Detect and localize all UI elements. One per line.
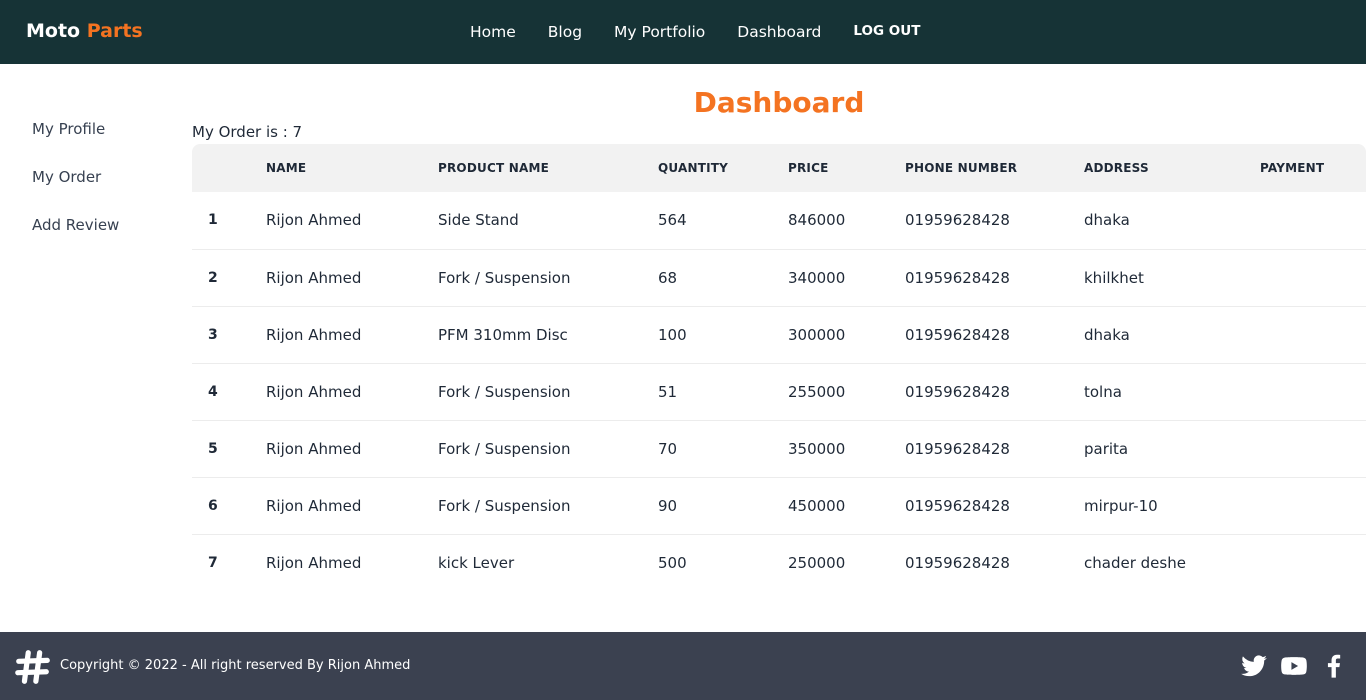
- cell-address: khilkhet: [1084, 268, 1144, 287]
- page-title: Dashboard: [693, 86, 865, 119]
- cell-name: Rijon Ahmed: [266, 439, 362, 458]
- cell-payment: [1260, 420, 1366, 477]
- table-row: 2 Rijon Ahmed Fork / Suspension 68 340000 019…: [192, 249, 1366, 306]
- cell-product-name: Fork / Suspension: [438, 496, 571, 515]
- brand-logo[interactable]: Moto Parts: [26, 20, 143, 42]
- cell-payment: [1260, 534, 1366, 591]
- cell-product-name: Side Stand: [438, 211, 519, 230]
- cell-index: 4: [208, 383, 218, 400]
- cell-product-name: Fork / Suspension: [438, 382, 571, 401]
- column-header-index: [192, 144, 266, 192]
- cell-name: Rijon Ahmed: [266, 496, 362, 515]
- copyright-text: Copyright © 2022 - All right reserved By…: [60, 658, 411, 673]
- cell-address: mirpur-10: [1084, 496, 1158, 515]
- cell-quantity: 70: [658, 439, 678, 458]
- brand-name-second: Parts: [86, 20, 143, 42]
- orders-table: NAME PRODUCT NAME QUANTITY PRICE PHONE N…: [192, 144, 1366, 591]
- table-header-row: NAME PRODUCT NAME QUANTITY PRICE PHONE N…: [192, 144, 1366, 192]
- column-header-quantity: QUANTITY: [658, 161, 729, 175]
- cell-price: 350000: [788, 439, 846, 458]
- cell-payment: [1260, 477, 1366, 534]
- hashtag-logo-icon: [15, 650, 50, 684]
- cell-phone-number: 01959628428: [905, 268, 1010, 287]
- column-header-product-name: PRODUCT NAME: [438, 161, 549, 175]
- cell-product-name: Fork / Suspension: [438, 268, 571, 287]
- cell-index: 5: [208, 440, 218, 457]
- page-footer: Copyright © 2022 - All right reserved By…: [0, 632, 1366, 700]
- cell-price: 300000: [788, 325, 846, 344]
- table-header: NAME PRODUCT NAME QUANTITY PRICE PHONE N…: [192, 144, 1366, 192]
- cell-product-name: Fork / Suspension: [438, 439, 571, 458]
- cell-payment: [1260, 249, 1366, 306]
- cell-index: 2: [208, 269, 218, 286]
- cell-index: 6: [208, 497, 218, 514]
- main-nav: Home Blog My Portfolio Dashboard LOG OUT: [454, 0, 936, 64]
- orders-table-container: NAME PRODUCT NAME QUANTITY PRICE PHONE N…: [192, 144, 1366, 591]
- cell-phone-number: 01959628428: [905, 325, 1010, 344]
- cell-price: 340000: [788, 268, 846, 287]
- table-row: 7 Rijon Ahmed kick Lever 500 250000 019596284…: [192, 534, 1366, 591]
- nav-link-my-portfolio[interactable]: My Portfolio: [598, 23, 721, 41]
- cell-address: dhaka: [1084, 211, 1130, 230]
- cell-quantity: 100: [658, 325, 687, 344]
- cell-phone-number: 01959628428: [905, 496, 1010, 515]
- cell-quantity: 51: [658, 382, 678, 401]
- table-row: 1 Rijon Ahmed Side Stand 564 846000 019596284…: [192, 192, 1366, 249]
- cell-price: 846000: [788, 211, 846, 230]
- brand-name-first: Moto: [26, 20, 81, 42]
- column-header-price: PRICE: [788, 161, 829, 175]
- cell-quantity: 564: [658, 211, 687, 230]
- cell-quantity: 68: [658, 268, 678, 287]
- dashboard-sidebar: My Profile My Order Add Review: [32, 118, 119, 262]
- cell-name: Rijon Ahmed: [266, 382, 362, 401]
- cell-name: Rijon Ahmed: [266, 268, 362, 287]
- cell-address: tolna: [1084, 382, 1122, 401]
- sidebar-item-my-profile[interactable]: My Profile: [32, 118, 119, 166]
- cell-price: 450000: [788, 496, 846, 515]
- cell-product-name: PFM 310mm Disc: [438, 325, 568, 344]
- cell-price: 255000: [788, 382, 846, 401]
- nav-link-blog[interactable]: Blog: [532, 23, 598, 41]
- cell-phone-number: 01959628428: [905, 382, 1010, 401]
- youtube-icon[interactable]: [1280, 652, 1308, 680]
- nav-link-dashboard[interactable]: Dashboard: [721, 23, 837, 41]
- top-navbar: Moto Parts Home Blog My Portfolio Dashbo…: [0, 0, 1366, 64]
- cell-product-name: kick Lever: [438, 553, 515, 572]
- table-row: 4 Rijon Ahmed Fork / Suspension 51 255000 019…: [192, 363, 1366, 420]
- cell-index: 7: [208, 554, 218, 571]
- cell-payment: [1260, 192, 1366, 249]
- social-links: [1228, 652, 1348, 680]
- column-header-phone-number: PHONE NUMBER: [905, 161, 1018, 175]
- table-row: 5 Rijon Ahmed Fork / Suspension 70 350000 019…: [192, 420, 1366, 477]
- sidebar-item-add-review[interactable]: Add Review: [32, 214, 119, 262]
- column-header-payment: PAYMENT: [1260, 161, 1325, 175]
- cell-name: Rijon Ahmed: [266, 325, 362, 344]
- cell-quantity: 500: [658, 553, 687, 572]
- cell-phone-number: 01959628428: [905, 553, 1010, 572]
- column-header-address: ADDRESS: [1084, 161, 1149, 175]
- twitter-icon[interactable]: [1240, 652, 1268, 680]
- table-row: 3 Rijon Ahmed PFM 310mm Disc 100 300000 01959…: [192, 306, 1366, 363]
- column-header-name: NAME: [266, 161, 307, 175]
- logout-button[interactable]: LOG OUT: [837, 23, 936, 39]
- cell-address: parita: [1084, 439, 1129, 458]
- cell-name: Rijon Ahmed: [266, 211, 362, 230]
- cell-phone-number: 01959628428: [905, 439, 1010, 458]
- cell-address: dhaka: [1084, 325, 1130, 344]
- nav-link-home[interactable]: Home: [454, 23, 532, 41]
- table-row: 6 Rijon Ahmed Fork / Suspension 90 450000 019…: [192, 477, 1366, 534]
- cell-price: 250000: [788, 553, 846, 572]
- cell-index: 3: [208, 326, 218, 343]
- cell-payment: [1260, 363, 1366, 420]
- table-body: 1 Rijon Ahmed Side Stand 564 846000 019596284…: [192, 192, 1366, 591]
- facebook-icon[interactable]: [1320, 652, 1348, 680]
- cell-address: chader deshe: [1084, 553, 1186, 572]
- sidebar-item-my-order[interactable]: My Order: [32, 166, 119, 214]
- cell-index: 1: [208, 212, 218, 229]
- cell-quantity: 90: [658, 496, 678, 515]
- cell-payment: [1260, 306, 1366, 363]
- cell-name: Rijon Ahmed: [266, 553, 362, 572]
- cell-phone-number: 01959628428: [905, 211, 1010, 230]
- order-count-text: My Order is : 7: [192, 123, 303, 141]
